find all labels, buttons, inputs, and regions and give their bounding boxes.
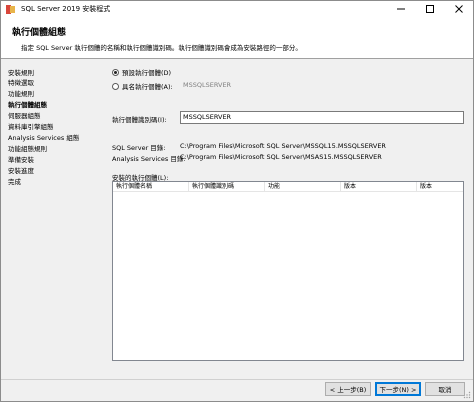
column-header-instance-id[interactable]: 執行個體識別碼 [189, 182, 265, 192]
default-instance-label: 預設執行個體(D) [122, 69, 172, 77]
sidebar-item-analysis-services-config[interactable]: Analysis Services 組態 [8, 132, 79, 142]
minimize-button[interactable] [386, 1, 415, 17]
sidebar-item-instance-config[interactable]: 執行個體組態 [8, 99, 47, 109]
steps-sidebar: 安裝規則 特徵選取 功能規則 執行個體組態 伺服器組態 資料庫引擎組態 Anal… [1, 60, 104, 380]
installed-instances-grid[interactable]: 執行個體名稱 執行個體識別碼 功能 版本 版本 [112, 181, 464, 361]
back-button[interactable]: < 上一步(B) [325, 382, 371, 396]
close-button[interactable] [444, 1, 473, 17]
column-header-version[interactable]: 版本 [417, 182, 463, 192]
sidebar-item-install-progress[interactable]: 安裝進度 [8, 165, 34, 175]
sql-server-dir-value: C:\Program Files\Microsoft SQL Server\MS… [180, 142, 386, 150]
instance-id-label: 執行個體識別碼(I): [112, 116, 167, 124]
sidebar-item-feature-rules[interactable]: 功能規則 [8, 88, 34, 98]
sidebar-item-feature-config-rules[interactable]: 功能組態規則 [8, 143, 47, 153]
footer-divider [1, 379, 473, 380]
grid-header: 執行個體名稱 執行個體識別碼 功能 版本 版本 [113, 182, 463, 192]
maximize-button[interactable] [415, 1, 444, 17]
resize-grip-icon[interactable] [463, 391, 471, 399]
default-instance-radio[interactable] [112, 68, 119, 76]
title-bar[interactable]: SQL Server 2019 安裝程式 [1, 1, 473, 17]
next-button[interactable]: 下一步(N) > [375, 382, 421, 396]
page-title: 執行個體組態 [12, 28, 67, 38]
sql-server-dir-label: SQL Server 目錄: [112, 144, 166, 152]
sidebar-item-db-engine-config[interactable]: 資料庫引擎組態 [8, 121, 54, 131]
instance-id-input[interactable]: MSSQLSERVER [180, 111, 464, 124]
named-instance-label: 具名執行個體(A): [122, 83, 173, 91]
column-header-features[interactable]: 功能 [265, 182, 341, 192]
named-instance-radio[interactable] [112, 82, 119, 90]
sql-setup-icon [6, 4, 15, 14]
column-header-edition[interactable]: 版本 [341, 182, 417, 192]
sidebar-item-ready-to-install[interactable]: 準備安裝 [8, 154, 34, 164]
default-instance-option[interactable]: 預設執行個體(D) [112, 67, 171, 77]
named-instance-option[interactable]: 具名執行個體(A): [112, 81, 173, 91]
window-controls [386, 1, 473, 17]
cancel-button[interactable]: 取消 [425, 382, 465, 396]
analysis-services-dir-label: Analysis Services 目錄: [112, 155, 186, 163]
named-instance-input[interactable]: MSSQLSERVER [181, 80, 241, 91]
maximize-icon [425, 5, 434, 13]
sidebar-item-server-config[interactable]: 伺服器組態 [8, 110, 41, 120]
page-header: 執行個體組態 指定 SQL Server 執行個體的名稱和執行個體識別碼。執行個… [1, 17, 473, 59]
page-description: 指定 SQL Server 執行個體的名稱和執行個體識別碼。執行個體識別碼會成為… [21, 44, 302, 52]
setup-window: SQL Server 2019 安裝程式 執行個體組態 指定 SQL Serve… [0, 0, 474, 402]
sidebar-item-install-rules[interactable]: 安裝規則 [8, 67, 34, 77]
main-content: 預設執行個體(D) 具名執行個體(A): MSSQLSERVER 執行個體識別碼… [104, 60, 473, 380]
analysis-services-dir-value: C:\Program Files\Microsoft SQL Server\MS… [180, 153, 382, 161]
sidebar-item-feature-selection[interactable]: 特徵選取 [8, 77, 34, 87]
minimize-icon [396, 8, 405, 10]
close-icon [454, 5, 463, 13]
window-title: SQL Server 2019 安裝程式 [21, 5, 111, 13]
column-header-instance-name[interactable]: 執行個體名稱 [113, 182, 189, 192]
sidebar-item-complete[interactable]: 完成 [8, 176, 21, 186]
